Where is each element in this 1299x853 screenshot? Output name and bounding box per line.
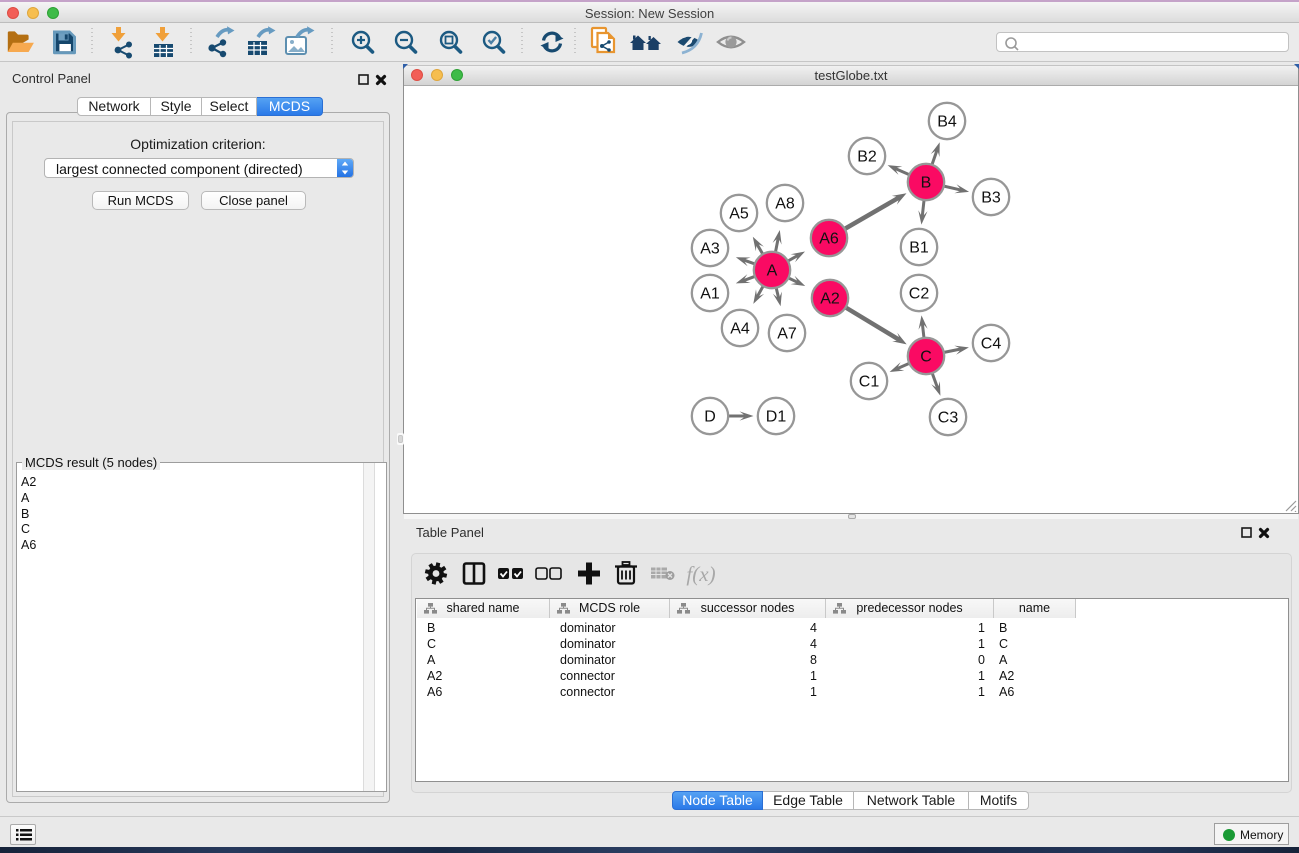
svg-text:A3: A3 — [700, 241, 720, 258]
svg-text:A1: A1 — [700, 286, 720, 303]
svg-text:B3: B3 — [981, 190, 1001, 207]
svg-text:B4: B4 — [937, 114, 957, 131]
svg-text:D1: D1 — [766, 409, 787, 426]
svg-text:C4: C4 — [981, 336, 1002, 353]
svg-text:A7: A7 — [777, 326, 797, 343]
svg-text:A: A — [767, 263, 778, 280]
svg-text:f(x): f(x) — [686, 562, 715, 586]
svg-text:C2: C2 — [909, 286, 930, 303]
svg-text:A8: A8 — [775, 196, 795, 213]
svg-text:C: C — [920, 349, 932, 366]
svg-text:C3: C3 — [938, 410, 959, 427]
svg-text:B: B — [921, 175, 932, 192]
svg-text:B1: B1 — [909, 240, 929, 257]
svg-text:A5: A5 — [729, 206, 749, 223]
svg-text:C1: C1 — [859, 374, 880, 391]
svg-text:D: D — [704, 409, 716, 426]
svg-text:A2: A2 — [820, 291, 840, 308]
svg-text:A6: A6 — [819, 231, 839, 248]
svg-text:B2: B2 — [857, 149, 877, 166]
svg-text:A4: A4 — [730, 321, 750, 338]
